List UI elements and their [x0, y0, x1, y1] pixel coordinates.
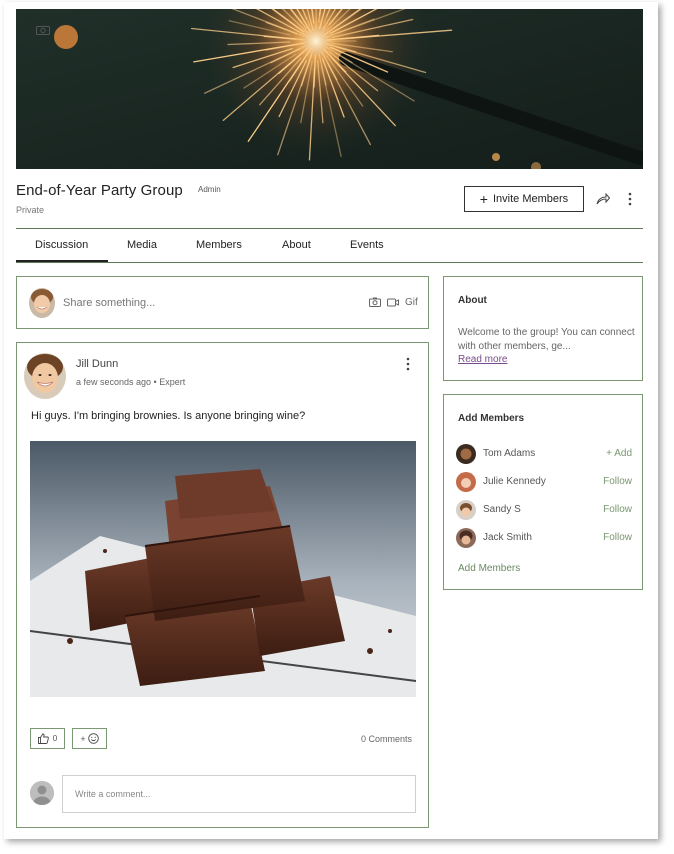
follow-button[interactable]: Follow [603, 532, 632, 543]
invite-members-label: Invite Members [492, 193, 569, 205]
invite-members-button[interactable]: + Invite Members [464, 186, 584, 212]
add-members-title: Add Members [458, 413, 525, 424]
follow-button[interactable]: Follow [603, 476, 632, 487]
about-widget: About Welcome to the group! You can conn… [443, 276, 643, 381]
thumbs-up-icon [37, 733, 49, 744]
post-text: Hi guys. I'm bringing brownies. Is anyon… [31, 410, 306, 422]
post-meta: a few seconds ago • Expert [76, 377, 186, 387]
like-button[interactable]: 0 [30, 728, 65, 749]
about-title: About [458, 295, 487, 306]
more-icon[interactable] [404, 357, 412, 371]
photo-icon[interactable] [369, 296, 381, 308]
add-member-button[interactable]: + Add [606, 448, 632, 459]
tabs-divider-bottom [16, 262, 643, 263]
avatar[interactable] [456, 472, 476, 492]
avatar[interactable] [456, 500, 476, 520]
cover-image [16, 9, 643, 169]
member-row: Julie Kennedy Follow [456, 472, 632, 492]
tabs-divider-top [16, 228, 643, 229]
privacy-label: Private [16, 205, 45, 215]
avatar[interactable] [456, 444, 476, 464]
member-row: Jack Smith Follow [456, 528, 632, 548]
member-name[interactable]: Julie Kennedy [483, 476, 546, 487]
member-name[interactable]: Jack Smith [483, 532, 532, 543]
tab-about[interactable]: About [282, 239, 311, 251]
smiley-icon [87, 733, 99, 744]
plus-icon: + [80, 733, 86, 744]
add-members-link[interactable]: Add Members [458, 563, 520, 574]
tab-events[interactable]: Events [350, 239, 384, 251]
avatar [29, 288, 55, 318]
video-icon[interactable] [387, 296, 399, 308]
tab-members[interactable]: Members [196, 239, 242, 251]
avatar[interactable] [24, 353, 66, 399]
avatar [30, 781, 54, 805]
comments-count[interactable]: 0 Comments [361, 734, 412, 744]
follow-button[interactable]: Follow [603, 504, 632, 515]
share-icon[interactable] [596, 193, 610, 205]
more-icon[interactable] [626, 192, 634, 206]
share-composer[interactable]: Share something... Gif [16, 276, 429, 329]
member-row: Sandy S Follow [456, 500, 632, 520]
add-reaction-button[interactable]: + [72, 728, 107, 749]
add-members-widget: Add Members Tom Adams + Add Julie Kenned… [443, 394, 643, 590]
post-image[interactable] [30, 441, 416, 697]
plus-icon: + [479, 191, 488, 207]
share-input[interactable]: Share something... [63, 297, 155, 309]
gif-button[interactable]: Gif [405, 297, 418, 308]
read-more-link[interactable]: Read more [458, 354, 507, 365]
member-name[interactable]: Sandy S [483, 504, 521, 515]
tab-media[interactable]: Media [127, 239, 157, 251]
share-tools: Gif [369, 296, 418, 308]
post-card: Jill Dunn a few seconds ago • Expert Hi … [16, 342, 429, 828]
avatar[interactable] [456, 528, 476, 548]
post-author[interactable]: Jill Dunn [76, 358, 118, 370]
comment-input[interactable] [62, 775, 416, 813]
group-title: End-of-Year Party Group [16, 182, 183, 199]
camera-icon[interactable] [36, 25, 50, 35]
like-count: 0 [52, 734, 58, 743]
member-row: Tom Adams + Add [456, 444, 632, 464]
member-name[interactable]: Tom Adams [483, 448, 535, 459]
about-text: Welcome to the group! You can connect wi… [458, 327, 635, 352]
role-badge: Admin [198, 185, 221, 194]
tab-discussion[interactable]: Discussion [35, 239, 88, 251]
